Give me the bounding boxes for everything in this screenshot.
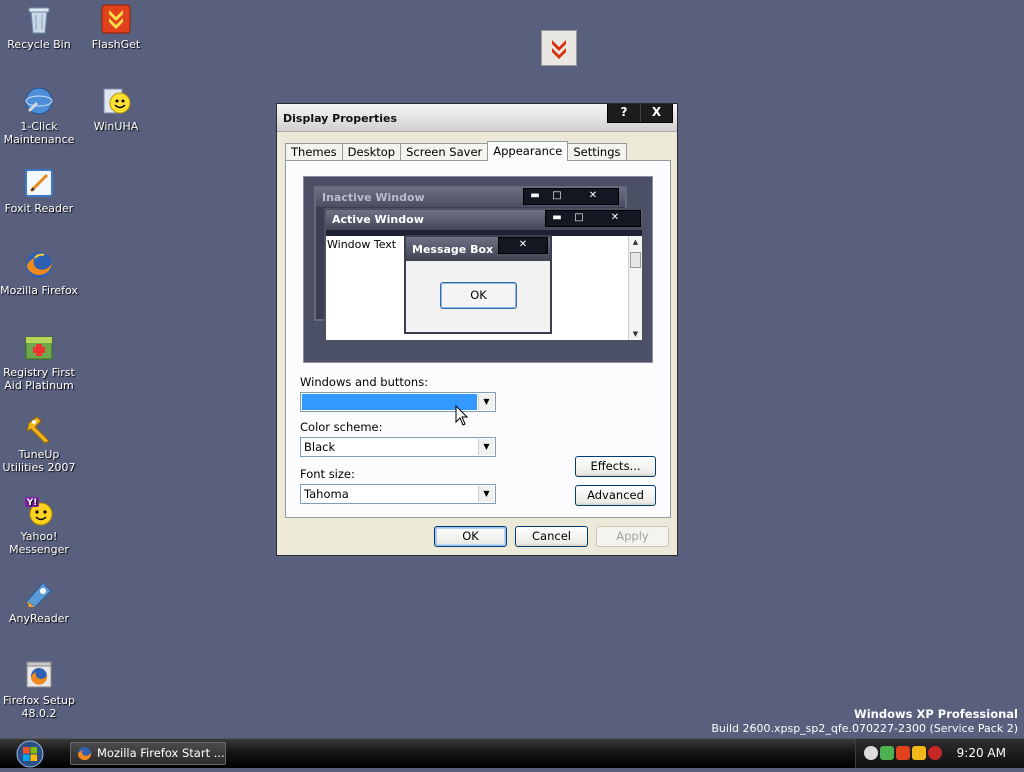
desktop-icon-flashget[interactable]: FlashGet — [77, 3, 155, 51]
font-size-label: Font size: — [300, 467, 355, 481]
close-icon: ✕ — [610, 212, 620, 223]
close-icon: ✕ — [518, 239, 528, 250]
advanced-button[interactable]: Advanced — [575, 485, 656, 506]
maintenance-icon — [23, 85, 55, 117]
desktop-icon-label: WinUHA — [93, 120, 139, 133]
color-scheme-select[interactable]: Black ▼ — [300, 437, 496, 457]
display-properties-dialog: Display Properties ? X Themes Desktop Sc… — [276, 103, 678, 556]
os-build-text: Build 2600.xpsp_sp2_qfe.070227-2300 (Ser… — [711, 722, 1018, 735]
appearance-panel: Inactive Window ▬ □ ✕ Active Window ▬ □ … — [285, 160, 671, 518]
desktop-icon-label: Registry First Aid Platinum — [3, 366, 75, 392]
chevron-down-icon[interactable]: ▼ — [478, 439, 494, 455]
close-button[interactable]: X — [640, 104, 672, 122]
volume-icon[interactable] — [864, 746, 878, 760]
maximize-icon: □ — [574, 212, 584, 223]
desktop-icon-tuneup-utilities[interactable]: TuneUp Utilities 2007 — [0, 413, 78, 474]
preview-msgbox-caption-buttons: ✕ — [498, 237, 548, 254]
desktop-icon-registry-first-aid[interactable]: Registry First Aid Platinum — [0, 331, 78, 392]
desktop-icon-label: 1-Click Maintenance — [3, 120, 75, 146]
preview-ok-button: OK — [440, 282, 517, 309]
flashget-icon — [100, 3, 132, 35]
yahoo-messenger-icon: Y! — [23, 495, 55, 527]
tab-desktop[interactable]: Desktop — [341, 143, 402, 161]
anyreader-icon — [23, 577, 55, 609]
apply-button[interactable]: Apply — [596, 526, 669, 547]
minimize-icon: ▬ — [530, 190, 540, 201]
flashget-tray-icon[interactable] — [896, 746, 910, 760]
ok-button[interactable]: OK — [434, 526, 507, 547]
help-button[interactable]: ? — [608, 104, 640, 122]
foxit-reader-icon — [23, 167, 55, 199]
desktop-icon-label: FlashGet — [91, 38, 141, 51]
firefox-icon — [23, 249, 55, 281]
desktop-icon-label: AnyReader — [9, 612, 69, 625]
dialog-titlebar[interactable]: Display Properties ? X — [277, 104, 677, 132]
preview-window-text: Window Text — [327, 238, 397, 251]
chevron-down-icon[interactable]: ▼ — [478, 394, 494, 410]
dialog-title: Display Properties — [283, 112, 398, 125]
preview-active-caption-buttons: ▬ □ ✕ — [545, 210, 641, 227]
font-size-select[interactable]: Tahoma ▼ — [300, 484, 496, 504]
color-scheme-value: Black — [304, 440, 336, 454]
scroll-up-icon: ▲ — [632, 238, 639, 246]
maximize-icon: □ — [552, 190, 562, 201]
tab-screen-saver[interactable]: Screen Saver — [400, 143, 489, 161]
preview-message-box: Message Box ✕ OK — [404, 235, 552, 334]
tab-themes[interactable]: Themes — [285, 143, 343, 161]
start-button[interactable] — [12, 739, 48, 769]
network-icon[interactable] — [880, 746, 894, 760]
desktop-icon-yahoo-messenger[interactable]: Y! Yahoo! Messenger — [0, 495, 78, 556]
svg-text:Y!: Y! — [26, 498, 38, 508]
desktop-icon-label: Firefox Setup 48.0.2 — [3, 694, 75, 720]
tab-strip: Themes Desktop Screen Saver Appearance S… — [285, 141, 627, 161]
clock[interactable]: 9:20 AM — [957, 746, 1006, 760]
scroll-down-icon: ▼ — [632, 330, 639, 338]
registry-first-aid-icon — [23, 331, 55, 363]
cancel-button[interactable]: Cancel — [515, 526, 588, 547]
windows-and-buttons-label: Windows and buttons: — [300, 375, 429, 389]
minimize-icon: ▬ — [552, 212, 562, 223]
desktop-icon-mozilla-firefox[interactable]: Mozilla Firefox — [0, 249, 78, 297]
tuneup-icon — [23, 413, 55, 445]
selection-highlight — [302, 394, 477, 410]
mouse-cursor-icon — [455, 405, 469, 426]
desktop-icon-recycle-bin[interactable]: Recycle Bin — [0, 3, 78, 51]
desktop-icon-label: Mozilla Firefox — [0, 284, 78, 297]
flashget-drop-target[interactable] — [541, 30, 577, 66]
scroll-thumb — [630, 252, 641, 268]
desktop-icon-label: Recycle Bin — [7, 38, 71, 51]
taskbar-item-firefox[interactable]: Mozilla Firefox Start ... — [70, 742, 226, 765]
firefox-setup-icon — [23, 659, 55, 691]
windows-orb-icon — [16, 740, 44, 768]
firefox-icon — [77, 746, 92, 761]
color-scheme-label: Color scheme: — [300, 420, 383, 434]
tab-settings[interactable]: Settings — [567, 143, 627, 161]
system-tray: 9:20 AM — [855, 739, 1024, 768]
recycle-bin-icon — [23, 3, 55, 35]
tab-appearance[interactable]: Appearance — [487, 141, 569, 161]
chevron-down-icon[interactable]: ▼ — [478, 486, 494, 502]
desktop-icon-anyreader[interactable]: AnyReader — [0, 577, 78, 625]
winuha-icon — [100, 85, 132, 117]
taskbar: Mozilla Firefox Start ... 9:20 AM — [0, 738, 1024, 768]
taskbar-item-label: Mozilla Firefox Start ... — [97, 746, 225, 760]
os-edition-text: Windows XP Professional — [854, 707, 1018, 721]
security-alert-icon[interactable] — [928, 746, 942, 760]
desktop-icon-label: Yahoo! Messenger — [9, 530, 69, 556]
preview-scrollbar: ▲ ▼ — [628, 236, 642, 340]
desktop-icon-label: Foxit Reader — [4, 202, 74, 215]
close-icon: ✕ — [588, 190, 598, 201]
desktop-icon-firefox-setup[interactable]: Firefox Setup 48.0.2 — [0, 659, 78, 720]
desktop-icon-1-click-maintenance[interactable]: 1-Click Maintenance — [0, 85, 78, 146]
font-size-value: Tahoma — [304, 487, 349, 501]
preview-inactive-caption-buttons: ▬ □ ✕ — [523, 188, 619, 205]
desktop-icon-foxit-reader[interactable]: Foxit Reader — [0, 167, 78, 215]
title-buttons: ? X — [607, 104, 673, 123]
tuneup-tray-icon[interactable] — [912, 746, 926, 760]
effects-button[interactable]: Effects... — [575, 456, 656, 477]
desktop-icon-label: TuneUp Utilities 2007 — [2, 448, 76, 474]
appearance-preview: Inactive Window ▬ □ ✕ Active Window ▬ □ … — [303, 176, 653, 363]
desktop-icon-winuha[interactable]: WinUHA — [77, 85, 155, 133]
flashget-drop-icon — [552, 40, 566, 59]
